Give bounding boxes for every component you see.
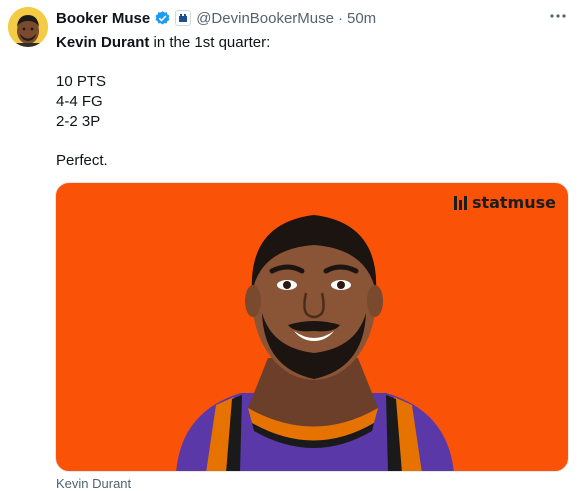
stat-line: 10 PTS	[56, 73, 107, 90]
tweet-intro-line: Kevin Durant in the 1st quarter:	[56, 33, 556, 53]
media-caption: Kevin Durant	[56, 476, 132, 491]
affiliate-badge-icon[interactable]	[175, 10, 192, 26]
player-mention[interactable]: Kevin Durant	[56, 34, 149, 51]
tweet-header: Booker Muse @DevinBookerMuse · 50m	[56, 8, 568, 28]
statmuse-wordmark: statmuse	[471, 193, 556, 212]
player-portrait-image	[176, 215, 454, 471]
author-display-name[interactable]: Booker Muse	[56, 10, 150, 27]
more-options-icon[interactable]	[548, 6, 568, 26]
tweet-intro-rest: in the 1st quarter:	[149, 34, 271, 51]
verified-badge-icon	[154, 10, 171, 27]
stat-line: 4-4 FG	[56, 93, 103, 110]
media-card[interactable]: statmuse	[55, 182, 569, 472]
statmuse-logo-icon	[453, 195, 467, 210]
tweet-closing: Perfect.	[56, 152, 108, 169]
avatar-illustration	[8, 7, 48, 47]
statmuse-logo: statmuse	[453, 193, 556, 212]
author-avatar[interactable]	[8, 7, 48, 47]
tweet-timestamp[interactable]: 50m	[347, 10, 376, 27]
author-handle[interactable]: @DevinBookerMuse	[196, 10, 334, 27]
tweet-body: Kevin Durant in the 1st quarter: 10 PTS …	[56, 33, 556, 171]
header-separator: ·	[338, 9, 343, 27]
stat-line: 2-2 3P	[56, 113, 101, 130]
